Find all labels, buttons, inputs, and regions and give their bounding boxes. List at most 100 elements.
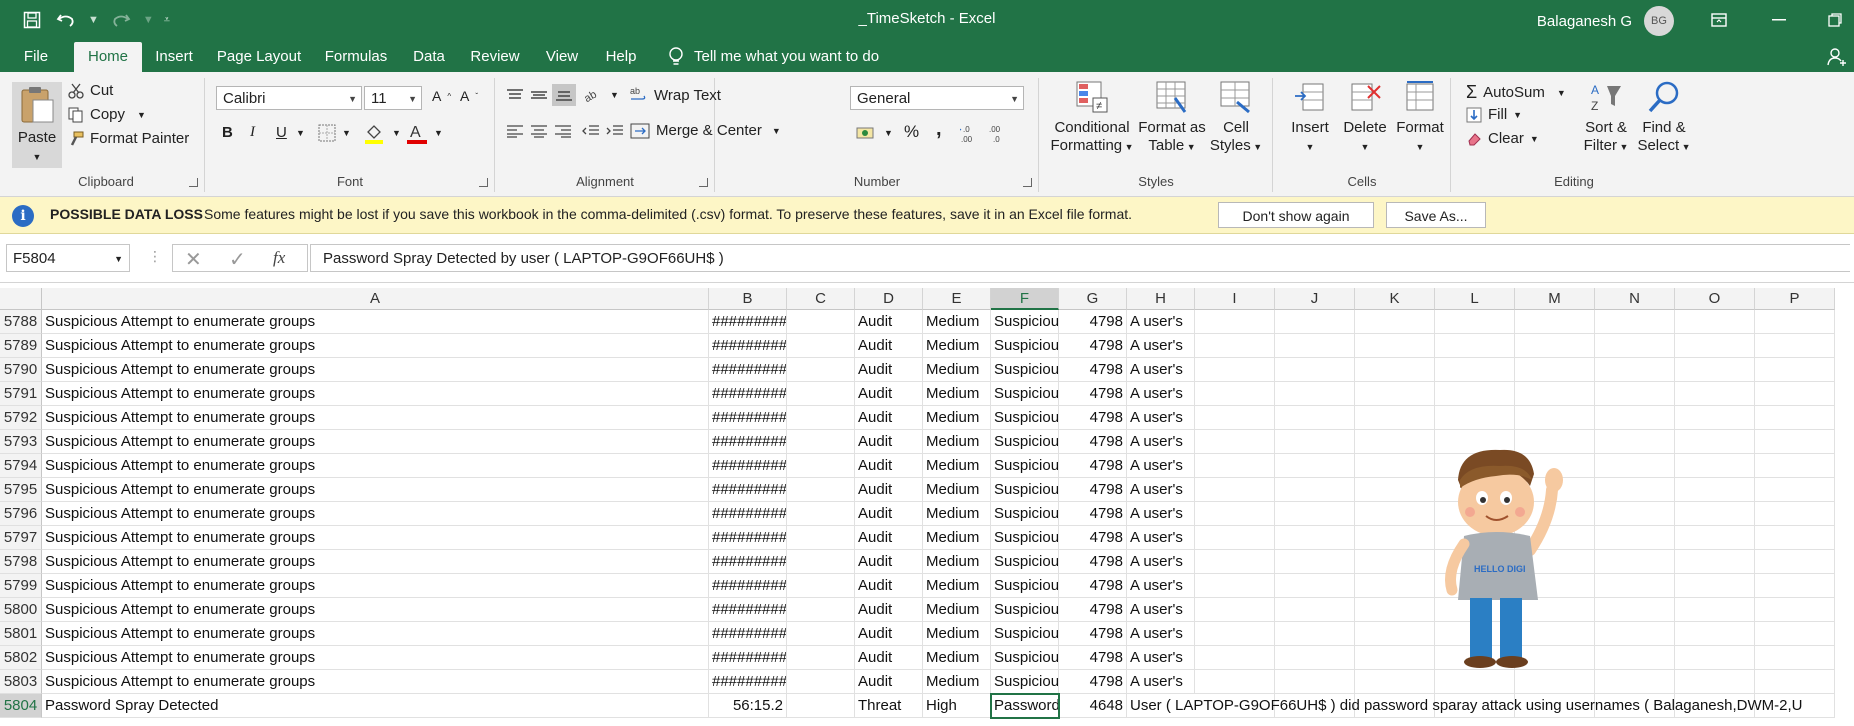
cell-styles-button[interactable]: Cell Styles ▼	[1208, 80, 1264, 156]
cell-g-5801[interactable]: 4798	[1059, 622, 1127, 646]
cell-k-5797[interactable]	[1355, 526, 1435, 550]
cell-f-5800[interactable]: Suspicious	[991, 598, 1059, 622]
cell-b-5800[interactable]: #########	[709, 598, 787, 622]
cell-i-5791[interactable]	[1195, 382, 1275, 406]
cell-i-5794[interactable]	[1195, 454, 1275, 478]
cut-button[interactable]: Cut	[68, 82, 113, 99]
cell-f-5795[interactable]: Suspicious	[991, 478, 1059, 502]
conditional-formatting-button[interactable]: ≠ Conditional Formatting ▼	[1050, 80, 1134, 156]
cell-k-5794[interactable]	[1355, 454, 1435, 478]
cell-f-5794[interactable]: Suspicious	[991, 454, 1059, 478]
cell-i-5799[interactable]	[1195, 574, 1275, 598]
cell-f-5802[interactable]: Suspicious	[991, 646, 1059, 670]
cell-h-5790[interactable]: A user's	[1127, 358, 1195, 382]
cell-g-5804[interactable]: 4648	[1059, 694, 1127, 718]
cell-k-5801[interactable]	[1355, 622, 1435, 646]
cell-n-5797[interactable]	[1595, 526, 1675, 550]
cell-j-5803[interactable]	[1275, 670, 1355, 694]
decrease-indent-button[interactable]	[582, 124, 600, 138]
cell-b-5791[interactable]: #########	[709, 382, 787, 406]
cell-b-5795[interactable]: #########	[709, 478, 787, 502]
underline-button[interactable]: U	[276, 124, 287, 141]
cell-g-5788[interactable]: 4798	[1059, 310, 1127, 334]
cell-i-5800[interactable]	[1195, 598, 1275, 622]
tab-insert[interactable]: Insert	[148, 42, 200, 72]
cell-i-5802[interactable]	[1195, 646, 1275, 670]
accounting-format-button[interactable]: ▼	[856, 124, 893, 142]
column-header-n[interactable]: N	[1595, 288, 1675, 310]
column-header-a[interactable]: A	[42, 288, 709, 310]
cell-j-5801[interactable]	[1275, 622, 1355, 646]
restore-icon[interactable]	[1822, 8, 1848, 32]
cell-h-5802[interactable]: A user's	[1127, 646, 1195, 670]
cell-h-5788[interactable]: A user's	[1127, 310, 1195, 334]
cell-c-5791[interactable]	[787, 382, 855, 406]
cell-c-5792[interactable]	[787, 406, 855, 430]
cell-f-5796[interactable]: Suspicious	[991, 502, 1059, 526]
cell-d-5799[interactable]: Audit	[855, 574, 923, 598]
cell-d-5804[interactable]: Threat	[855, 694, 923, 718]
column-header-f[interactable]: F	[991, 288, 1059, 310]
cell-a-5804[interactable]: Password Spray Detected	[42, 694, 709, 718]
cell-j-5794[interactable]	[1275, 454, 1355, 478]
cell-d-5796[interactable]: Audit	[855, 502, 923, 526]
cell-d-5797[interactable]: Audit	[855, 526, 923, 550]
cell-g-5791[interactable]: 4798	[1059, 382, 1127, 406]
column-header-e[interactable]: E	[923, 288, 991, 310]
cell-k-5803[interactable]	[1355, 670, 1435, 694]
cell-a-5800[interactable]: Suspicious Attempt to enumerate groups	[42, 598, 709, 622]
cell-f-5790[interactable]: Suspicious	[991, 358, 1059, 382]
cell-p-5803[interactable]	[1755, 670, 1835, 694]
cell-l-5790[interactable]	[1435, 358, 1515, 382]
row-header[interactable]: 5788	[0, 310, 42, 334]
wrap-text-button[interactable]: ab Wrap Text	[630, 86, 721, 104]
name-box[interactable]: F5804 ▼	[6, 244, 130, 272]
fill-color-button[interactable]: ▼	[364, 122, 401, 144]
cell-n-5800[interactable]	[1595, 598, 1675, 622]
cell-a-5802[interactable]: Suspicious Attempt to enumerate groups	[42, 646, 709, 670]
save-as-button[interactable]: Save As...	[1386, 202, 1486, 228]
cell-d-5795[interactable]: Audit	[855, 478, 923, 502]
cell-c-5802[interactable]	[787, 646, 855, 670]
cell-b-5790[interactable]: #########	[709, 358, 787, 382]
cell-p-5791[interactable]	[1755, 382, 1835, 406]
cell-k-5798[interactable]	[1355, 550, 1435, 574]
cell-b-5792[interactable]: #########	[709, 406, 787, 430]
cell-i-5789[interactable]	[1195, 334, 1275, 358]
column-header-o[interactable]: O	[1675, 288, 1755, 310]
row-header[interactable]: 5800	[0, 598, 42, 622]
increase-decimal-button[interactable]: .0.00	[960, 124, 982, 144]
cell-f-5788[interactable]: Suspicious	[991, 310, 1059, 334]
cell-k-5802[interactable]	[1355, 646, 1435, 670]
cell-o-5800[interactable]	[1675, 598, 1755, 622]
cell-j-5791[interactable]	[1275, 382, 1355, 406]
cell-j-5797[interactable]	[1275, 526, 1355, 550]
row-header[interactable]: 5804	[0, 694, 42, 718]
cell-b-5794[interactable]: #########	[709, 454, 787, 478]
cell-b-5804[interactable]: 56:15.2	[709, 694, 787, 718]
row-header[interactable]: 5795	[0, 478, 42, 502]
bold-button[interactable]: B	[222, 124, 233, 141]
cell-n-5798[interactable]	[1595, 550, 1675, 574]
cell-b-5788[interactable]: #########	[709, 310, 787, 334]
cell-k-5799[interactable]	[1355, 574, 1435, 598]
font-size-field[interactable]: 11 ▼	[364, 86, 422, 110]
cell-i-5790[interactable]	[1195, 358, 1275, 382]
row-header[interactable]: 5790	[0, 358, 42, 382]
cell-h-5803[interactable]: A user's	[1127, 670, 1195, 694]
find-select-button[interactable]: Find & Select ▼	[1634, 80, 1694, 156]
cell-a-5798[interactable]: Suspicious Attempt to enumerate groups	[42, 550, 709, 574]
cell-g-5795[interactable]: 4798	[1059, 478, 1127, 502]
cell-e-5799[interactable]: Medium	[923, 574, 991, 598]
cell-b-5789[interactable]: #########	[709, 334, 787, 358]
cell-g-5796[interactable]: 4798	[1059, 502, 1127, 526]
cell-e-5795[interactable]: Medium	[923, 478, 991, 502]
cell-c-5794[interactable]	[787, 454, 855, 478]
select-all-corner[interactable]	[0, 288, 42, 310]
cell-g-5794[interactable]: 4798	[1059, 454, 1127, 478]
enter-icon[interactable]: ✓	[229, 247, 246, 272]
cell-g-5797[interactable]: 4798	[1059, 526, 1127, 550]
cell-i-5796[interactable]	[1195, 502, 1275, 526]
cell-i-5797[interactable]	[1195, 526, 1275, 550]
cell-e-5796[interactable]: Medium	[923, 502, 991, 526]
